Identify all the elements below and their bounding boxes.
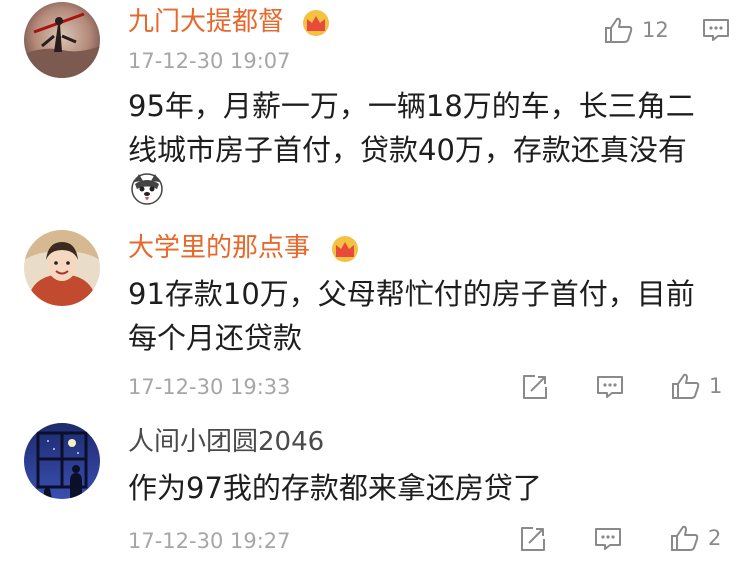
thumbs-up-icon <box>605 17 633 43</box>
repost-icon <box>521 527 545 551</box>
like-count: 12 <box>642 18 669 42</box>
comment-text: 91存款10万，父母帮忙付的房子首付，目前 每个月还贷款 <box>128 272 695 360</box>
like-count: 1 <box>709 374 723 398</box>
like-button[interactable]: 1 <box>671 372 722 400</box>
comment-icon <box>595 528 621 550</box>
repost-button[interactable] <box>519 525 547 553</box>
comment-text-line: 95年，月薪一万，一辆18万的车，长三角二 <box>128 89 695 123</box>
username[interactable]: 九门大提都督 <box>128 6 284 38</box>
comment-item-1: 九门大提都督 17-12-30 19:07 12 95年，月薪一万，一辆18万的… <box>0 0 750 210</box>
comment-text: 95年，月薪一万，一辆18万的车，长三角二 线城市房子首付，贷款40万，存款还真… <box>128 84 695 172</box>
comment-icon <box>703 19 729 41</box>
reply-button[interactable] <box>596 375 624 399</box>
username[interactable]: 人间小团圆2046 <box>128 426 324 458</box>
like-button[interactable]: 12 <box>604 16 669 44</box>
comment-text-line: 91存款10万，父母帮忙付的房子首付，目前 <box>128 277 695 311</box>
comment-icon <box>597 376 623 398</box>
comment-item-3: 人间小团圆2046 作为97我的存款都来拿还房贷了 17-12-30 19:27… <box>0 410 750 565</box>
comment-timestamp: 17-12-30 19:07 <box>128 49 291 73</box>
repost-button[interactable] <box>521 373 549 401</box>
comment-timestamp: 17-12-30 19:33 <box>128 375 291 399</box>
thumbs-up-icon <box>672 373 700 399</box>
comment-text-line: 线城市房子首付，贷款40万，存款还真没有 <box>128 133 687 167</box>
husky-dog-emoji <box>131 173 163 205</box>
comment-item-2: 大学里的那点事 91存款10万，父母帮忙付的房子首付，目前 每个月还贷款 17-… <box>0 210 750 410</box>
thumbs-up-icon <box>671 525 699 551</box>
comment-text-line: 每个月还贷款 <box>128 321 303 355</box>
avatar[interactable] <box>24 230 100 306</box>
comment-text: 作为97我的存款都来拿还房贷了 <box>128 466 542 510</box>
comment-text-line: 作为97我的存款都来拿还房贷了 <box>128 471 542 505</box>
repost-icon <box>523 375 547 399</box>
like-button[interactable]: 2 <box>670 524 721 552</box>
comment-timestamp: 17-12-30 19:27 <box>128 529 291 553</box>
like-count: 2 <box>708 526 722 550</box>
reply-button[interactable] <box>594 527 622 551</box>
reply-button[interactable] <box>702 18 730 42</box>
crown-icon <box>332 236 358 262</box>
username[interactable]: 大学里的那点事 <box>128 232 310 264</box>
crown-icon <box>303 10 329 36</box>
avatar[interactable] <box>24 423 100 499</box>
avatar[interactable] <box>24 2 100 78</box>
